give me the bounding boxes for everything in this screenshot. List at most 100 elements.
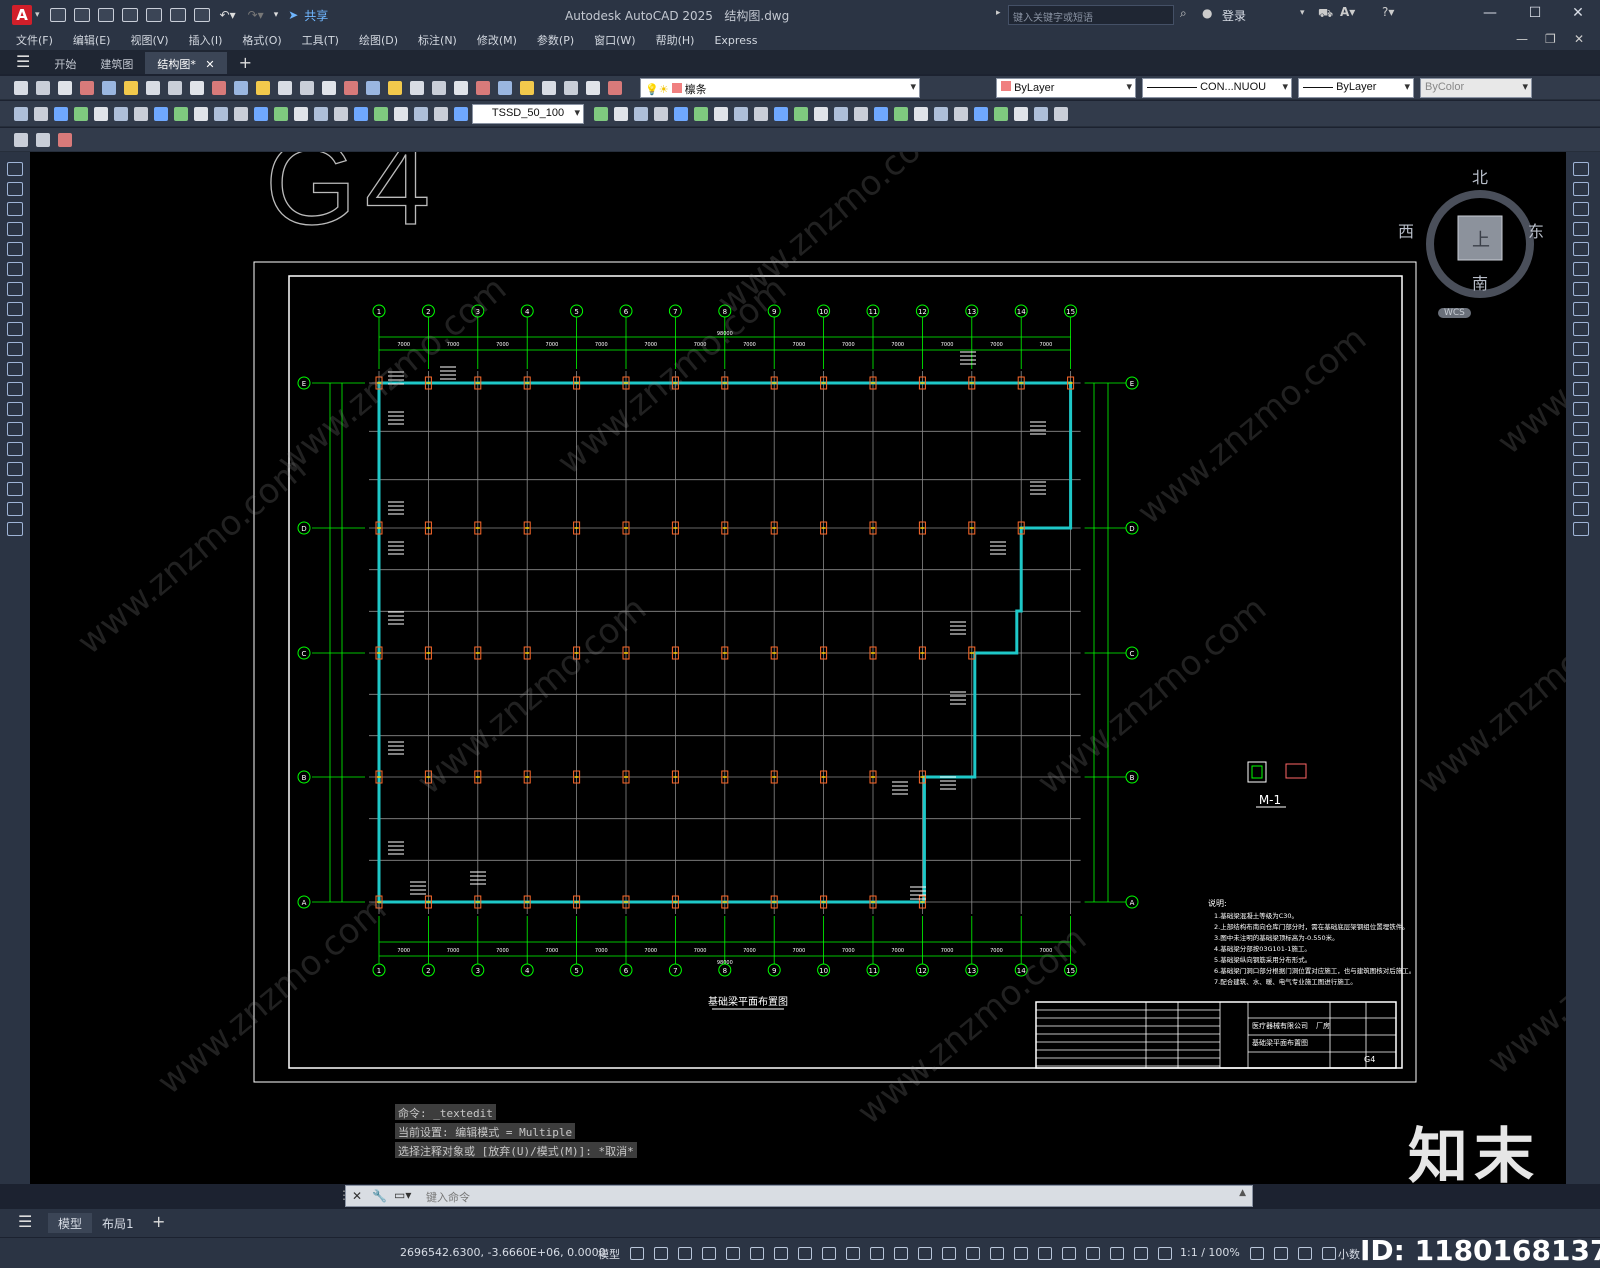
standard-tool-icon[interactable] bbox=[498, 81, 512, 95]
share-icon[interactable]: ➤ bbox=[288, 8, 298, 22]
share-button[interactable]: 共享 bbox=[304, 7, 328, 24]
dimension-tool-icon[interactable] bbox=[134, 107, 148, 121]
status-toggle-icon[interactable] bbox=[1134, 1247, 1148, 1260]
status-toggle-icon[interactable] bbox=[990, 1247, 1004, 1260]
command-customize-icon[interactable]: 🔧 bbox=[372, 1189, 387, 1203]
status-toggle-icon[interactable] bbox=[870, 1247, 884, 1260]
modify-tool-icon[interactable] bbox=[1573, 422, 1589, 436]
dimension-tool-icon[interactable] bbox=[814, 107, 828, 121]
dimension-tool-icon[interactable] bbox=[1054, 107, 1068, 121]
units-display[interactable]: 小数 bbox=[1338, 1246, 1360, 1262]
model-space-button[interactable]: 模型 bbox=[598, 1246, 620, 1262]
dimension-tool-icon[interactable] bbox=[614, 107, 628, 121]
viewcube-north[interactable]: 北 bbox=[1472, 164, 1488, 188]
dimension-tool-icon[interactable] bbox=[694, 107, 708, 121]
draw-tool-icon[interactable] bbox=[7, 342, 23, 356]
draw-tool-icon[interactable] bbox=[7, 202, 23, 216]
draw-tool-icon[interactable] bbox=[7, 482, 23, 496]
search-input[interactable]: 键入关键字或短语 bbox=[1008, 5, 1174, 25]
status-toggle-icon[interactable] bbox=[1062, 1247, 1076, 1260]
menu-insert[interactable]: 插入(I) bbox=[179, 32, 233, 48]
standard-tool-icon[interactable] bbox=[366, 81, 380, 95]
tab-structure[interactable]: 结构图* ✕ bbox=[145, 52, 227, 74]
menu-view[interactable]: 视图(V) bbox=[120, 32, 178, 48]
menu-tools[interactable]: 工具(T) bbox=[292, 32, 349, 48]
modify-tool-icon[interactable] bbox=[1573, 502, 1589, 516]
viewcube-top-face[interactable]: 上 bbox=[1472, 226, 1490, 252]
save-web-icon[interactable] bbox=[169, 8, 186, 22]
layer-dropdown[interactable]: 💡☀ 檩条 bbox=[640, 78, 920, 98]
status-toggle-icon[interactable] bbox=[1250, 1247, 1264, 1260]
login-button[interactable]: 登录 bbox=[1222, 7, 1246, 24]
menu-parametric[interactable]: 参数(P) bbox=[527, 32, 584, 48]
modify-tool-icon[interactable] bbox=[1573, 262, 1589, 276]
standard-tool-icon[interactable] bbox=[608, 81, 622, 95]
menu-format[interactable]: 格式(O) bbox=[232, 32, 291, 48]
dimension-tool-icon[interactable] bbox=[634, 107, 648, 121]
status-toggle-icon[interactable] bbox=[1274, 1247, 1288, 1260]
draw-tool-icon[interactable] bbox=[7, 462, 23, 476]
dimension-tool-icon[interactable] bbox=[374, 107, 388, 121]
dimension-tool-icon[interactable] bbox=[54, 107, 68, 121]
tab-start[interactable]: 开始 bbox=[42, 52, 88, 74]
modify-tool-icon[interactable] bbox=[1573, 382, 1589, 396]
standard-tool-icon[interactable] bbox=[36, 81, 50, 95]
viewcube-south[interactable]: 南 bbox=[1472, 270, 1488, 294]
menu-draw[interactable]: 绘图(D) bbox=[349, 32, 408, 48]
dimension-tool-icon[interactable] bbox=[114, 107, 128, 121]
status-toggle-icon[interactable] bbox=[1158, 1247, 1172, 1260]
menu-window[interactable]: 窗口(W) bbox=[584, 32, 645, 48]
standard-tool-icon[interactable] bbox=[168, 81, 182, 95]
redo-icon[interactable]: ↷▾ bbox=[248, 8, 264, 22]
text-style-icon[interactable] bbox=[58, 133, 72, 147]
dimension-tool-icon[interactable] bbox=[454, 107, 468, 121]
draw-tool-icon[interactable] bbox=[7, 382, 23, 396]
close-button[interactable]: ✕ bbox=[1568, 5, 1588, 25]
dimension-tool-icon[interactable] bbox=[654, 107, 668, 121]
dimension-tool-icon[interactable] bbox=[934, 107, 948, 121]
dimension-tool-icon[interactable] bbox=[254, 107, 268, 121]
customize-qat-icon[interactable]: ▾ bbox=[274, 10, 279, 20]
dimension-tool-icon[interactable] bbox=[834, 107, 848, 121]
app-menu-chevron-icon[interactable]: ▾ bbox=[35, 10, 40, 20]
help-icon[interactable]: ?▾ bbox=[1382, 5, 1394, 19]
dimension-tool-icon[interactable] bbox=[354, 107, 368, 121]
draw-tool-icon[interactable] bbox=[7, 362, 23, 376]
dimension-tool-icon[interactable] bbox=[74, 107, 88, 121]
standard-tool-icon[interactable] bbox=[322, 81, 336, 95]
command-input[interactable]: 键入命令 bbox=[426, 1189, 470, 1205]
lineweight-dropdown[interactable]: ByLayer bbox=[1298, 78, 1414, 98]
draw-tool-icon[interactable] bbox=[7, 422, 23, 436]
dimension-tool-icon[interactable] bbox=[994, 107, 1008, 121]
standard-tool-icon[interactable] bbox=[476, 81, 490, 95]
standard-tool-icon[interactable] bbox=[586, 81, 600, 95]
tab-architecture[interactable]: 建筑图 bbox=[88, 52, 145, 74]
undo-icon[interactable]: ↶▾ bbox=[220, 8, 236, 22]
dimension-tool-icon[interactable] bbox=[894, 107, 908, 121]
dimension-tool-icon[interactable] bbox=[794, 107, 808, 121]
dimension-tool-icon[interactable] bbox=[174, 107, 188, 121]
modify-tool-icon[interactable] bbox=[1573, 202, 1589, 216]
modify-tool-icon[interactable] bbox=[1573, 522, 1589, 536]
dimension-tool-icon[interactable] bbox=[214, 107, 228, 121]
menu-modify[interactable]: 修改(M) bbox=[467, 32, 527, 48]
standard-tool-icon[interactable] bbox=[146, 81, 160, 95]
dimension-tool-icon[interactable] bbox=[334, 107, 348, 121]
status-toggle-icon[interactable] bbox=[654, 1247, 668, 1260]
tab-layout1[interactable]: 布局1 bbox=[92, 1213, 144, 1233]
modify-tool-icon[interactable] bbox=[1573, 482, 1589, 496]
plotstyle-dropdown[interactable]: ByColor bbox=[1420, 78, 1532, 98]
modify-tool-icon[interactable] bbox=[1573, 342, 1589, 356]
dimension-tool-icon[interactable] bbox=[414, 107, 428, 121]
dimstyle-dropdown[interactable]: TSSD_50_100 bbox=[472, 104, 584, 124]
search-expand-icon[interactable]: ▸ bbox=[996, 8, 1001, 18]
modify-tool-icon[interactable] bbox=[1573, 442, 1589, 456]
coordinate-readout[interactable]: 2696542.6300, -3.6660E+06, 0.0000 bbox=[400, 1246, 606, 1259]
annotation-scale[interactable]: 1:1 / 100% bbox=[1180, 1246, 1240, 1259]
status-toggle-icon[interactable] bbox=[702, 1247, 716, 1260]
status-toggle-icon[interactable] bbox=[1322, 1247, 1336, 1260]
dimension-tool-icon[interactable] bbox=[854, 107, 868, 121]
dimension-tool-icon[interactable] bbox=[974, 107, 988, 121]
standard-tool-icon[interactable] bbox=[212, 81, 226, 95]
status-toggle-icon[interactable] bbox=[918, 1247, 932, 1260]
